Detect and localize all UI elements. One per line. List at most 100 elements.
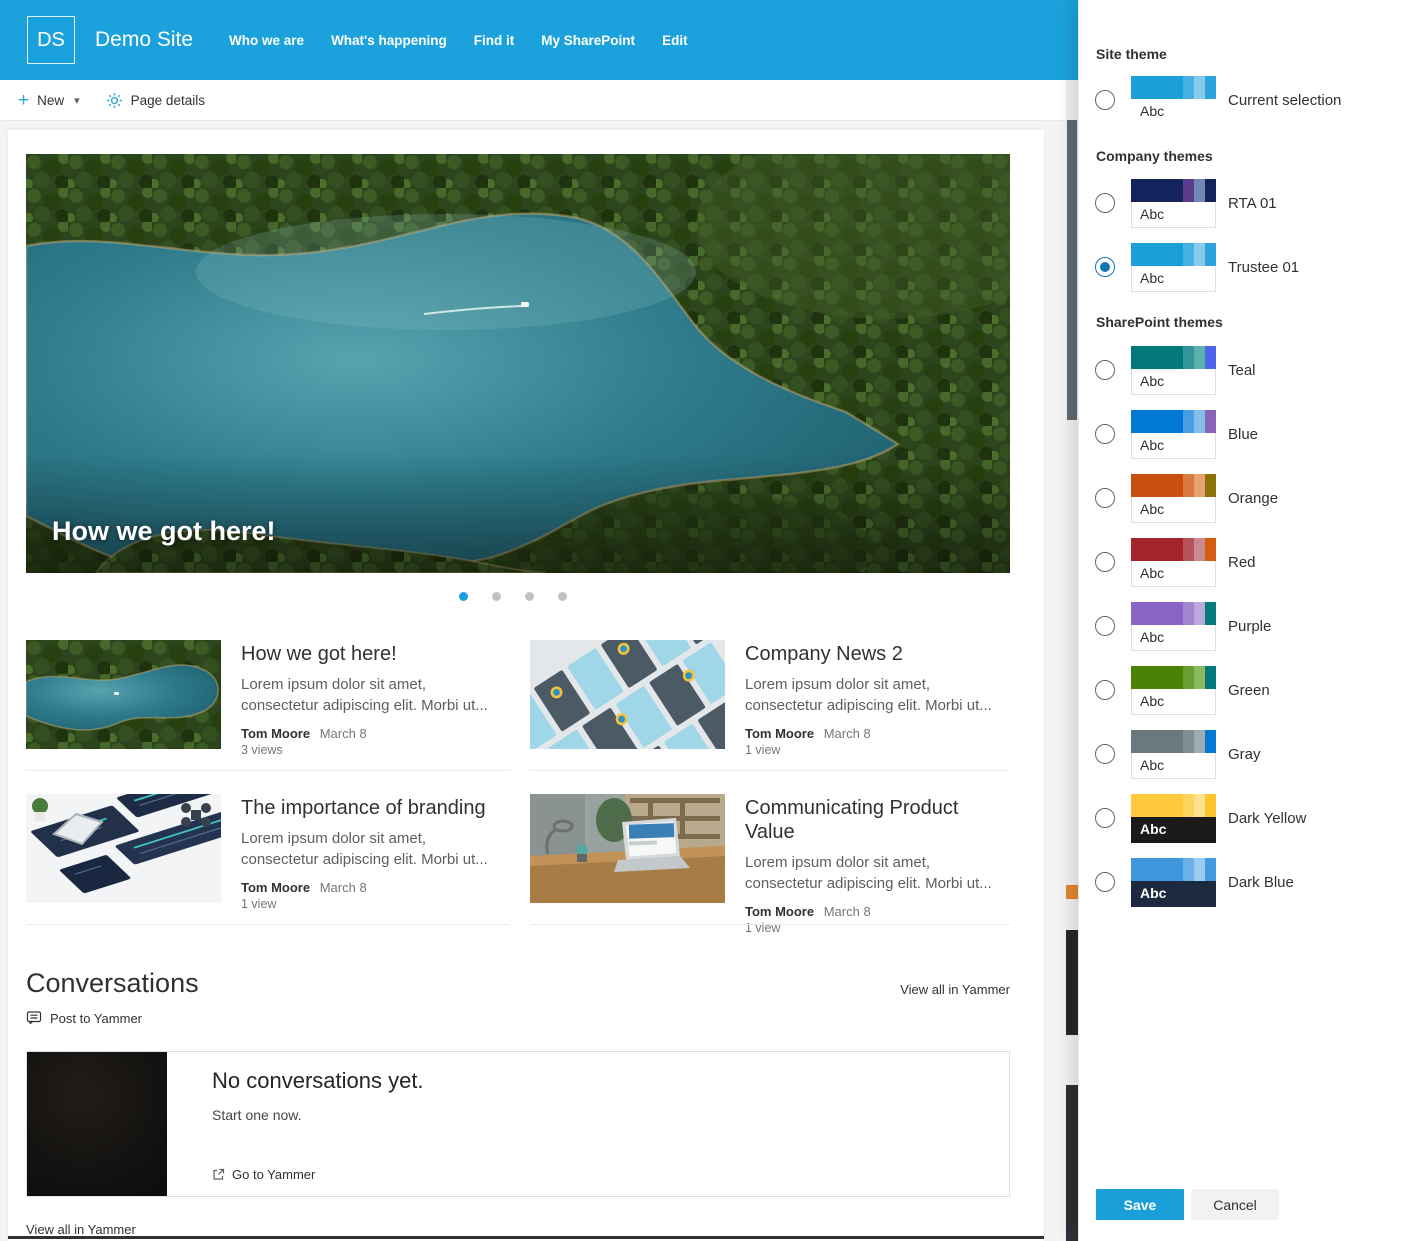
theme-option-dark-blue[interactable]: Abc Dark Blue [1095,857,1294,907]
swatch-color [1183,601,1194,625]
theme-option-orange[interactable]: Abc Orange [1095,473,1278,523]
post-to-yammer-button[interactable]: Post to Yammer [26,1010,142,1026]
swatch-abc-sample: Abc [1131,201,1216,228]
theme-swatch: Abc [1131,473,1216,523]
radio-button[interactable] [1095,744,1115,764]
theme-option-rta-01[interactable]: Abc RTA 01 [1095,178,1277,228]
swatch-color [1183,665,1194,689]
company-themes-heading: Company themes [1096,148,1213,164]
background-content-sliver [1066,930,1078,1035]
nav-edit[interactable]: Edit [662,33,688,48]
radio-button[interactable] [1095,680,1115,700]
swatch-color [1183,409,1194,433]
site-title[interactable]: Demo Site [95,28,193,52]
swatch-color [1183,857,1194,881]
speech-bubble-icon [26,1010,42,1026]
news-card-byline: Tom Moore March 8 [745,726,1007,741]
go-to-yammer-label: Go to Yammer [232,1167,316,1182]
radio-dot [1100,262,1110,272]
view-all-yammer-footer-link[interactable]: View all in Yammer [26,1222,136,1237]
swatch-color [1205,537,1216,561]
swatch-color [1205,75,1216,99]
hero-image[interactable] [26,154,1010,573]
hero-title[interactable]: How we got here! [52,516,276,547]
news-card[interactable]: Communicating Product Value Lorem ipsum … [530,794,1010,935]
radio-button[interactable] [1095,488,1115,508]
theme-label: Green [1228,681,1270,699]
swatch-color [1194,345,1205,369]
theme-option-green[interactable]: Abc Green [1095,665,1270,715]
swatch-color [1183,178,1194,202]
view-all-yammer-link[interactable]: View all in Yammer [810,982,1010,997]
theme-option-teal[interactable]: Abc Teal [1095,345,1256,395]
start-one-now-text: Start one now. [212,1107,302,1123]
swatch-abc-sample: Abc [1131,816,1216,843]
suite-bar: DS Demo Site Who we are What's happening… [0,0,1078,80]
nav-who-we-are[interactable]: Who we are [229,33,304,48]
new-button[interactable]: + New ▾ [18,91,80,110]
theme-option-purple[interactable]: Abc Purple [1095,601,1271,651]
swatch-color [1194,601,1205,625]
news-card-title[interactable]: Company News 2 [745,642,1007,666]
page-details-label: Page details [130,92,205,108]
nav-find-it[interactable]: Find it [474,33,515,48]
nav-whats-happening[interactable]: What's happening [331,33,447,48]
theme-option-blue[interactable]: Abc Blue [1095,409,1258,459]
radio-button[interactable] [1095,424,1115,444]
swatch-color [1205,729,1216,753]
swatch-color [1183,793,1194,817]
news-card-text: How we got here! Lorem ipsum dolor sit a… [241,640,503,757]
news-card-thumbnail [530,640,725,749]
cancel-button[interactable]: Cancel [1191,1189,1279,1220]
carousel-dot-3[interactable] [525,592,534,601]
page-details-button[interactable]: Page details [106,92,205,109]
news-card[interactable]: The importance of branding Lorem ipsum d… [26,794,510,911]
swatch-abc-sample: Abc [1131,624,1216,651]
news-card-byline: Tom Moore March 8 [241,726,503,741]
save-button[interactable]: Save [1096,1189,1184,1220]
news-card[interactable]: Company News 2 Lorem ipsum dolor sit ame… [530,640,1010,757]
theme-option-dark-yellow[interactable]: Abc Dark Yellow [1095,793,1306,843]
radio-dot [1100,493,1110,503]
carousel-dot-1[interactable] [459,592,468,601]
conversation-thumbnail [27,1052,167,1196]
radio-button[interactable] [1095,360,1115,380]
change-the-look-panel: Site theme Abc Current selection Company… [1078,0,1412,1241]
swatch-abc-sample: Abc [1131,265,1216,292]
theme-option-red[interactable]: Abc Red [1095,537,1256,587]
news-card-title[interactable]: The importance of branding [241,796,503,820]
news-card-byline: Tom Moore March 8 [241,880,503,895]
carousel-dot-4[interactable] [558,592,567,601]
radio-button[interactable] [1095,872,1115,892]
news-card-title[interactable]: How we got here! [241,642,503,666]
swatch-color [1183,729,1194,753]
theme-option-trustee-01[interactable]: Abc Trustee 01 [1095,242,1299,292]
news-card-author: Tom Moore [745,903,815,919]
page-scrollbar-thumb[interactable] [1067,120,1077,420]
carousel-dot-2[interactable] [492,592,501,601]
radio-button[interactable] [1095,616,1115,636]
radio-button[interactable] [1095,193,1115,213]
radio-button[interactable] [1095,90,1115,110]
theme-option-current-selection[interactable]: Abc Current selection [1095,75,1341,125]
theme-option-gray[interactable]: Abc Gray [1095,729,1261,779]
radio-button[interactable] [1095,257,1115,277]
news-card-views: 1 view [745,920,781,935]
site-logo[interactable]: DS [27,16,75,64]
swatch-color [1131,473,1183,497]
swatch-abc-sample: Abc [1131,752,1216,779]
radio-button[interactable] [1095,552,1115,572]
card-divider [530,924,1010,925]
radio-dot [1100,429,1110,439]
card-divider [26,770,510,771]
radio-button[interactable] [1095,808,1115,828]
news-card-title[interactable]: Communicating Product Value [745,796,1010,844]
go-to-yammer-link[interactable]: Go to Yammer [212,1167,315,1182]
theme-label: RTA 01 [1228,194,1277,212]
section-divider [8,1236,1044,1239]
swatch-color [1194,857,1205,881]
swatch-color [1183,242,1194,266]
theme-label: Dark Blue [1228,873,1294,891]
news-card[interactable]: How we got here! Lorem ipsum dolor sit a… [26,640,510,757]
nav-my-sharepoint[interactable]: My SharePoint [541,33,635,48]
